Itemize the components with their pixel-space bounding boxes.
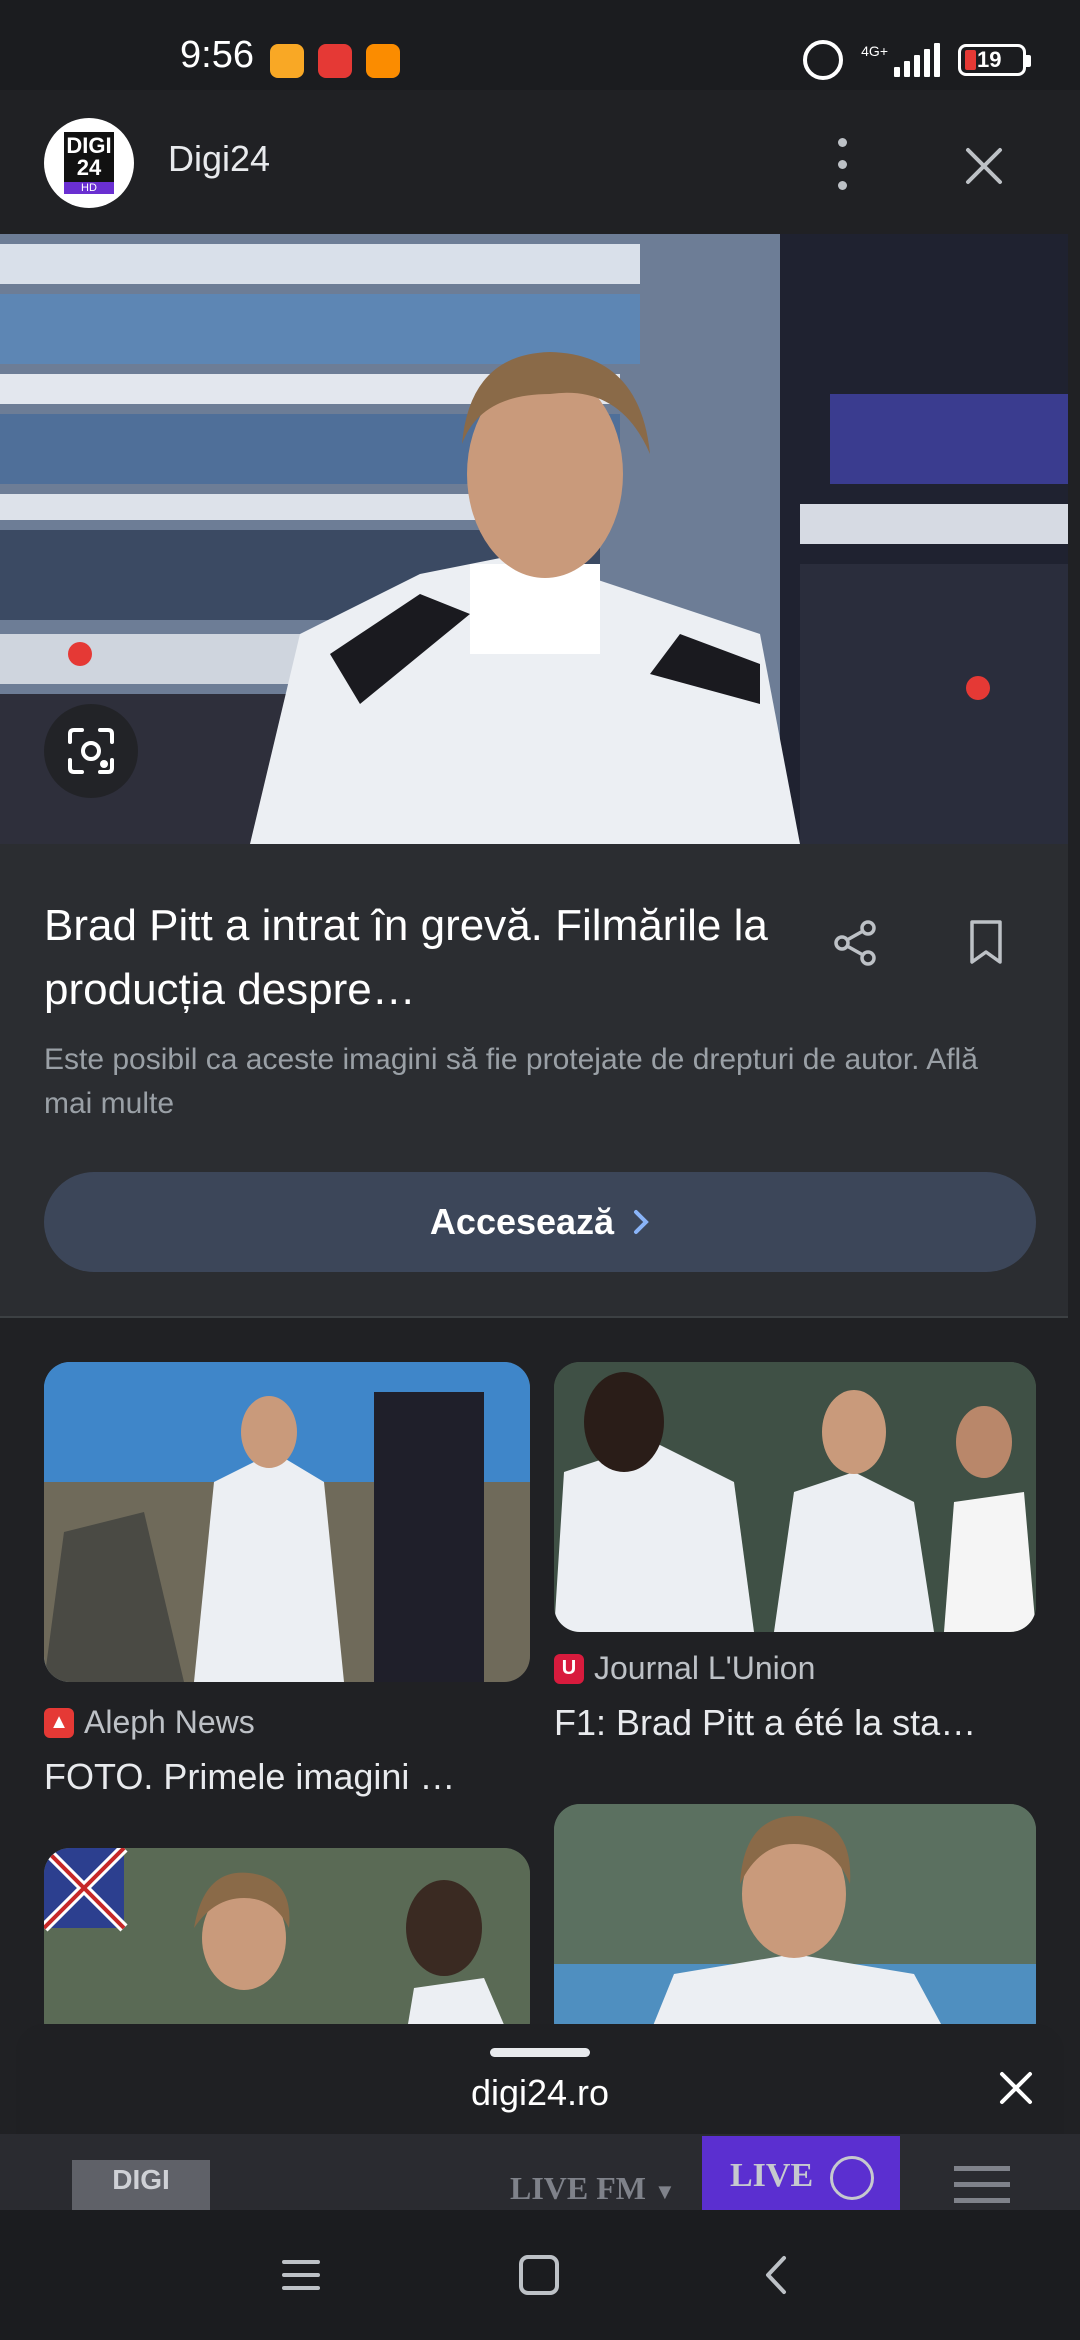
related-photo	[44, 1848, 530, 2030]
lens-icon	[68, 728, 114, 774]
chevron-right-icon	[634, 1210, 649, 1234]
source-name: Aleph News	[84, 1704, 255, 1740]
related-source-aleph[interactable]: ▲ Aleph News	[44, 1704, 255, 1741]
more-options-icon[interactable]	[822, 138, 862, 190]
status-bar: 9:56 4G+ 19	[0, 0, 1080, 90]
related-images-grid: ▲ Aleph News FOTO. Primele imagini … U J…	[0, 1318, 1068, 2030]
related-photo	[44, 1362, 530, 1682]
close-icon[interactable]	[962, 144, 1006, 188]
union-icon: U	[554, 1653, 584, 1684]
share-icon[interactable]	[830, 918, 880, 968]
page-bottom-sheet[interactable]: digi24.ro	[16, 2024, 1064, 2134]
status-indicators: 4G+ 19	[803, 40, 1031, 80]
live-fm-link[interactable]: LIVE FM ▼	[510, 2170, 676, 2207]
caret-down-icon: ▼	[654, 2179, 676, 2204]
related-thumbnail-4[interactable]	[554, 1804, 1036, 2030]
mi-notification-icon	[366, 44, 400, 78]
web-page-preview[interactable]: DIGI LIVE FM ▼ LIVE	[0, 2134, 1080, 2210]
status-time: 9:56	[180, 34, 254, 76]
related-source-union[interactable]: U Journal L'Union	[554, 1650, 815, 1687]
bookmark-icon[interactable]	[966, 918, 1006, 968]
source-name: Journal L'Union	[594, 1650, 816, 1686]
copyright-notice[interactable]: Este posibil ca aceste imagini să fie pr…	[44, 1038, 1004, 1126]
related-photo	[554, 1804, 1036, 2030]
digi-logo: DIGI	[72, 2160, 210, 2210]
signal-icon	[894, 43, 940, 77]
live-fm-label: LIVE FM	[510, 2170, 646, 2206]
site-logo[interactable]: DIGI 24 HD	[44, 118, 134, 208]
live-label: LIVE	[730, 2157, 814, 2194]
battery-percent: 19	[977, 47, 1002, 72]
notification-icons	[270, 44, 400, 78]
sheet-close-icon[interactable]	[996, 2068, 1036, 2108]
related-thumbnail-union[interactable]	[554, 1362, 1036, 1632]
related-title-union[interactable]: F1: Brad Pitt a été la sta…	[554, 1702, 1036, 1744]
back-icon[interactable]	[752, 2250, 802, 2300]
logo-text: DIGI 24	[64, 132, 114, 182]
system-nav-bar	[0, 2210, 1080, 2340]
result-details: Brad Pitt a intrat în grevă. Filmările l…	[0, 844, 1068, 1316]
article-headline[interactable]: Brad Pitt a intrat în grevă. Filmările l…	[44, 894, 784, 1022]
sheet-drag-handle[interactable]	[490, 2048, 590, 2057]
message-notification-icon	[270, 44, 304, 78]
related-photo	[554, 1362, 1036, 1632]
related-thumbnail-aleph[interactable]	[44, 1362, 530, 1682]
battery-icon: 19	[958, 44, 1031, 76]
network-type: 4G+	[861, 43, 888, 59]
live-button[interactable]: LIVE	[702, 2136, 900, 2210]
battery-fill	[965, 50, 976, 70]
lens-header: DIGI 24 HD Digi24	[0, 90, 1080, 234]
play-circle-icon	[829, 2156, 874, 2201]
app-notification-icon	[318, 44, 352, 78]
related-thumbnail-3[interactable]	[44, 1848, 530, 2030]
hero-photo	[0, 234, 1068, 844]
related-title-aleph[interactable]: FOTO. Primele imagini …	[44, 1756, 530, 1798]
menu-hamburger-icon[interactable]	[954, 2166, 1010, 2210]
alarm-icon	[803, 40, 844, 80]
access-button-label: Accesează	[429, 1201, 615, 1242]
site-name[interactable]: Digi24	[168, 138, 270, 180]
lens-search-button[interactable]	[44, 704, 138, 798]
page-url[interactable]: digi24.ro	[16, 2072, 1064, 2114]
recents-icon[interactable]	[276, 2250, 326, 2300]
hero-image[interactable]	[0, 234, 1068, 844]
logo-hd-badge: HD	[64, 182, 114, 194]
access-button[interactable]: Accesează	[44, 1172, 1036, 1272]
home-icon[interactable]	[514, 2250, 564, 2300]
aleph-icon: ▲	[44, 1707, 74, 1738]
